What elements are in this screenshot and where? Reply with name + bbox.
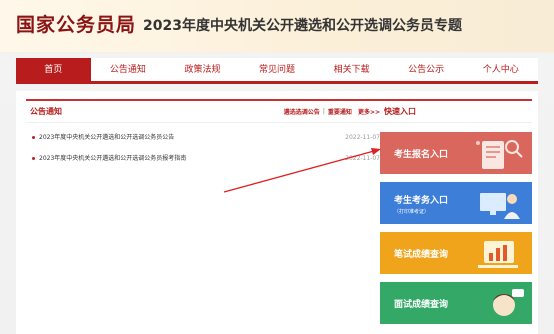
register-entry-button[interactable]: 考生报名入口 <box>380 132 532 174</box>
notice-item-title[interactable]: 2023年度中央机关公开遴选和公开选调公务员公告 <box>39 134 174 141</box>
exam-affairs-entry-button[interactable]: 考生考务入口 （打印准考证） <box>380 182 532 224</box>
interviewee-icon <box>493 289 524 316</box>
notice-panel: 公告通知 遴选选调公告 | 重要通知 更多>> 2023年度中央机关公开遴选和公… <box>26 99 384 329</box>
main-nav: 首页 公告通知 政策法规 常见问题 相关下载 公告公示 个人中心 <box>16 58 538 84</box>
notice-item-title[interactable]: 2023年度中央机关公开遴选和公开选调公务员报考指南 <box>39 155 186 162</box>
interview-score-query-label: 面试成绩查询 <box>394 300 449 310</box>
link-separator: | <box>322 108 325 115</box>
exam-affairs-entry-sublabel: （打印准考证） <box>394 209 430 215</box>
interview-score-query-button[interactable]: 面试成绩查询 <box>380 282 532 324</box>
nav-item-faq[interactable]: 常见问题 <box>240 58 315 81</box>
more-link[interactable]: 更多>> <box>358 107 380 116</box>
nav-item-notices[interactable]: 公告通知 <box>91 58 166 81</box>
site-title[interactable]: 国家公务员局 <box>16 10 136 37</box>
notice-panel-title: 公告通知 <box>30 107 62 116</box>
notice-item[interactable]: 2023年度中央机关公开遴选和公开选调公务员公告 2022-11-07 <box>26 127 384 148</box>
bullet-icon <box>32 157 35 160</box>
computer-user-icon <box>480 193 520 219</box>
site-header: 国家公务员局 2023年度中央机关公开遴选和公开选调公务员专题 <box>0 0 554 52</box>
quick-entry-panel: 快速入口 考生报名入口 考生考务入口 （打印准考证） 笔试成绩查询 面试成绩查询 <box>380 99 532 331</box>
link-selection-notices[interactable]: 遴选选调公告 <box>284 107 320 116</box>
notice-item-date: 2022-11-07 <box>345 155 380 162</box>
notice-panel-links: 遴选选调公告 | 重要通知 更多>> <box>284 107 384 116</box>
link-important-notices[interactable]: 重要通知 <box>328 107 352 116</box>
registration-form-icon <box>476 140 523 169</box>
site-subtitle: 2023年度中央机关公开遴选和公开选调公务员专题 <box>143 18 462 34</box>
nav-item-announcements[interactable]: 公告公示 <box>389 58 464 81</box>
bullet-icon <box>32 136 35 139</box>
score-chart-icon <box>478 241 518 268</box>
register-entry-label: 考生报名入口 <box>394 150 449 160</box>
main-content: 公告通知 遴选选调公告 | 重要通知 更多>> 2023年度中央机关公开遴选和公… <box>16 91 538 334</box>
notice-item[interactable]: 2023年度中央机关公开遴选和公开选调公务员报考指南 2022-11-07 <box>26 148 384 169</box>
written-score-query-label: 笔试成绩查询 <box>394 250 449 260</box>
nav-item-personal-center[interactable]: 个人中心 <box>463 58 538 81</box>
nav-item-policies[interactable]: 政策法规 <box>165 58 240 81</box>
nav-item-downloads[interactable]: 相关下载 <box>314 58 389 81</box>
quick-entry-title: 快速入口 <box>380 101 532 123</box>
exam-affairs-entry-label: 考生考务入口 <box>394 196 449 206</box>
notice-item-date: 2022-11-07 <box>345 134 380 141</box>
notice-list: 2023年度中央机关公开遴选和公开选调公务员公告 2022-11-07 2023… <box>26 127 384 169</box>
nav-item-home[interactable]: 首页 <box>16 58 91 81</box>
notice-panel-header: 公告通知 遴选选调公告 | 重要通知 更多>> <box>26 101 384 123</box>
written-score-query-button[interactable]: 笔试成绩查询 <box>380 232 532 274</box>
